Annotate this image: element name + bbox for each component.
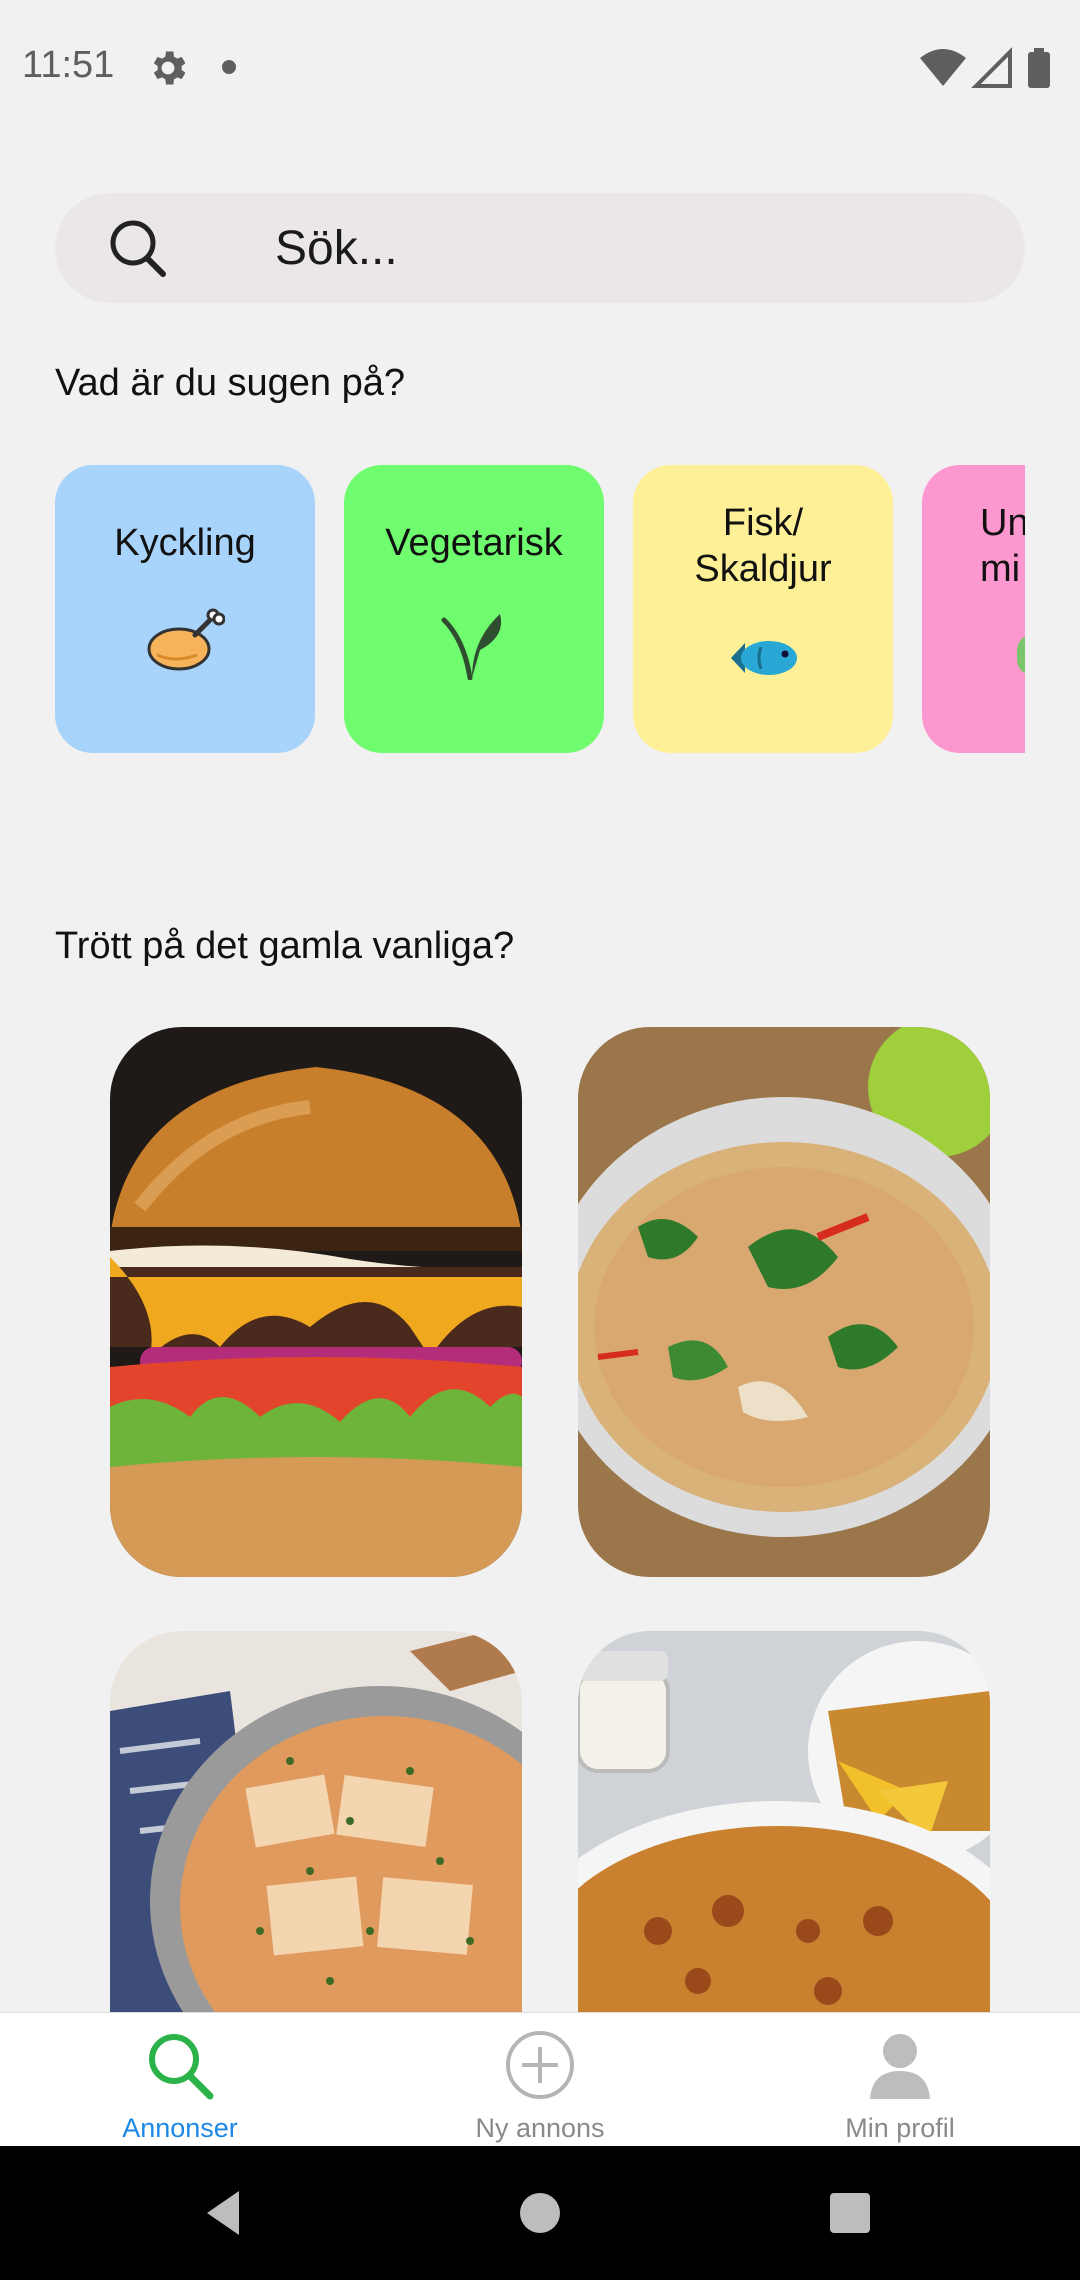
category-card-fish[interactable]: Fisk/ Skaldjur xyxy=(633,465,893,753)
burger-image xyxy=(110,1027,522,1577)
search-icon xyxy=(149,2034,214,2100)
category-label: Kyckling xyxy=(114,522,256,564)
nav-label-min-profil: Min profil xyxy=(845,2113,955,2143)
category-label: Fisk/ Skaldjur xyxy=(694,502,832,590)
recipe-card-burger[interactable] xyxy=(110,1027,522,1577)
nav-item-min-profil[interactable]: Min profil xyxy=(720,2013,1080,2147)
chicken-leg-icon xyxy=(147,608,225,671)
recipe-card-quiche[interactable] xyxy=(578,1631,990,2012)
settings-gear-icon xyxy=(153,51,186,85)
soup-image xyxy=(578,1027,990,1577)
recipe-card-soup[interactable] xyxy=(578,1027,990,1577)
system-navigation-bar xyxy=(0,2146,1080,2280)
fish-icon xyxy=(731,641,797,675)
wifi-icon xyxy=(920,49,966,86)
recents-icon[interactable] xyxy=(820,2183,880,2243)
category-card-partial[interactable]: Un mi xyxy=(922,465,1025,753)
search-input[interactable] xyxy=(275,215,975,281)
battery-icon xyxy=(1028,52,1050,88)
category-card-chicken[interactable]: Kyckling xyxy=(55,465,315,753)
bottom-navigation: Annonser Ny annons Min profil xyxy=(0,2012,1080,2147)
status-bar: 11:51 xyxy=(0,0,1080,135)
nav-item-ny-annons[interactable]: Ny annons xyxy=(360,2013,720,2147)
categories-title: Vad är du sugen på? xyxy=(55,362,406,404)
nav-item-annonser[interactable]: Annonser xyxy=(0,2013,360,2147)
add-circle-icon xyxy=(506,2031,574,2099)
category-label: Un mi xyxy=(980,502,1025,590)
nav-label-annonser: Annonser xyxy=(122,2113,238,2143)
search-bar[interactable] xyxy=(55,193,1025,303)
fish-pan-image xyxy=(110,1631,522,2012)
leaf-sprout-icon xyxy=(441,614,502,680)
status-icons xyxy=(920,47,1050,88)
home-icon[interactable] xyxy=(510,2183,570,2243)
nav-label-ny-annons: Ny annons xyxy=(475,2113,605,2143)
quiche-image xyxy=(578,1631,990,2012)
category-card-vegetarian[interactable]: Vegetarisk xyxy=(344,465,604,753)
status-time: 11:51 xyxy=(22,44,115,86)
recipe-card-fish-pan[interactable] xyxy=(110,1631,522,2012)
partial-icon xyxy=(1017,635,1025,675)
category-carousel[interactable]: Kyckling Vegetarisk Fisk/ Skaldjur Un mi xyxy=(55,465,1025,755)
signal-icon xyxy=(971,47,1012,88)
search-icon[interactable] xyxy=(105,215,171,281)
person-icon xyxy=(870,2034,930,2099)
notification-dot-icon xyxy=(222,60,236,74)
back-icon[interactable] xyxy=(195,2183,255,2243)
recipes-title: Trött på det gamla vanliga? xyxy=(55,925,515,967)
category-label: Vegetarisk xyxy=(385,522,563,564)
